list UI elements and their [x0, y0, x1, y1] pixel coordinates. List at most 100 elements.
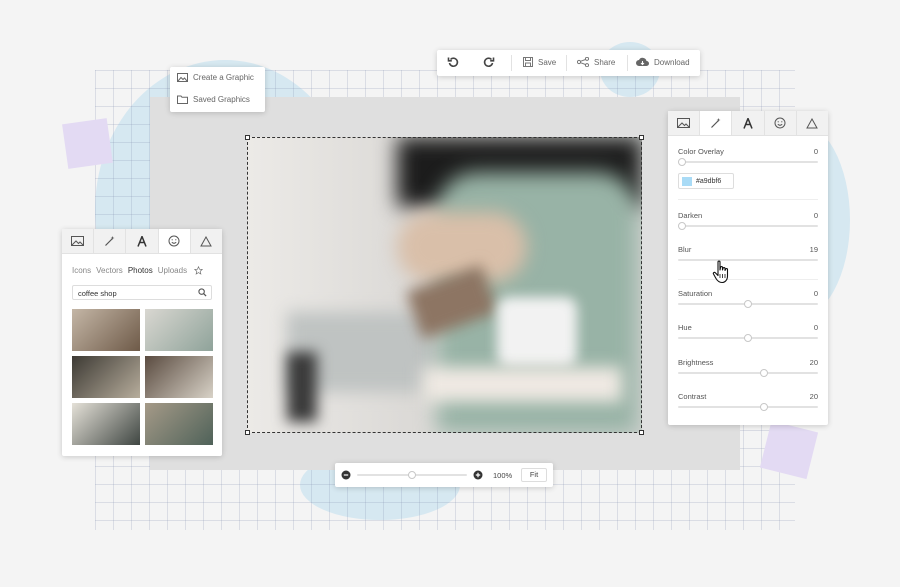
tab-filters[interactable]: [700, 111, 733, 135]
tab-filters[interactable]: [94, 229, 127, 253]
brightness-control: Brightness 20: [678, 358, 818, 377]
resize-handle-tl[interactable]: [245, 135, 250, 140]
darken-slider[interactable]: [678, 222, 818, 230]
photo-thumbnail[interactable]: [72, 356, 140, 398]
section-divider: [678, 279, 818, 280]
tab-uploads[interactable]: Uploads: [158, 266, 187, 275]
star-icon[interactable]: [194, 266, 204, 275]
download-label: Download: [654, 57, 690, 67]
hand-cursor-icon: [712, 260, 729, 284]
undo-button[interactable]: [447, 56, 459, 68]
saved-graphics-label: Saved Graphics: [193, 95, 250, 104]
zoom-slider[interactable]: [357, 471, 467, 479]
tab-images[interactable]: [62, 229, 95, 253]
zoom-bar: 100% Fit: [335, 463, 553, 487]
create-graphic-label: Create a Graphic: [193, 73, 254, 82]
hue-slider[interactable]: [678, 334, 818, 342]
slider-knob[interactable]: [744, 334, 752, 342]
darken-label: Darken: [678, 211, 703, 220]
color-overlay-control: Color Overlay 0 #a9dbf6: [678, 147, 818, 189]
tab-photos[interactable]: Photos: [128, 266, 153, 275]
toolbar-divider: [511, 55, 512, 71]
search-box[interactable]: coffee shop: [72, 285, 212, 300]
redo-icon: [483, 57, 495, 67]
selection-frame: [247, 137, 642, 433]
left-library-panel: Icons Vectors Photos Uploads coffee shop: [62, 229, 223, 456]
darken-value: 0: [813, 211, 818, 220]
save-button[interactable]: Save: [523, 57, 556, 67]
resize-handle-tr[interactable]: [639, 135, 644, 140]
photo-results-grid: [72, 309, 214, 445]
color-hex-value[interactable]: #a9dbf6: [696, 178, 721, 185]
tab-icons-text[interactable]: Icons: [72, 266, 91, 275]
photo-thumbnail[interactable]: [72, 403, 140, 445]
image-icon: [677, 118, 691, 128]
create-graphic-item[interactable]: Create a Graphic: [177, 73, 254, 82]
photo-thumbnail[interactable]: [145, 403, 213, 445]
photo-thumbnail[interactable]: [145, 309, 213, 351]
search-input[interactable]: coffee shop: [78, 289, 117, 298]
tab-shapes[interactable]: [190, 229, 223, 253]
blur-label: Blur: [678, 245, 692, 254]
saved-graphics-item[interactable]: Saved Graphics: [177, 95, 250, 104]
blur-slider[interactable]: [678, 259, 818, 261]
zoom-out-icon[interactable]: [341, 470, 351, 480]
tab-text[interactable]: [732, 111, 765, 135]
triangle-icon: [200, 235, 213, 246]
zoom-in-icon[interactable]: [473, 470, 483, 480]
color-overlay-label: Color Overlay: [678, 147, 724, 156]
contrast-value: 20: [809, 392, 818, 401]
tab-text[interactable]: [126, 229, 159, 253]
contrast-slider[interactable]: [678, 403, 818, 411]
tab-vectors[interactable]: Vectors: [96, 266, 123, 275]
fit-button[interactable]: Fit: [521, 468, 547, 482]
contrast-control: Contrast 20: [678, 392, 818, 411]
redo-button[interactable]: [483, 56, 495, 68]
slider-knob[interactable]: [744, 300, 752, 308]
text-icon: [743, 117, 753, 129]
slider-knob[interactable]: [760, 403, 768, 411]
share-label: Share: [594, 57, 616, 67]
darken-control: Darken 0: [678, 211, 818, 230]
resize-handle-br[interactable]: [639, 430, 644, 435]
slider-knob[interactable]: [678, 222, 686, 230]
magic-wand-icon: [710, 118, 721, 128]
image-icon: [177, 73, 188, 82]
decor-sticker-left: [62, 118, 113, 169]
floppy-icon: [523, 57, 533, 67]
photo-thumbnail[interactable]: [145, 356, 213, 398]
zoom-level: 100%: [493, 471, 513, 480]
zoom-slider-knob[interactable]: [408, 471, 416, 479]
blur-value: 19: [809, 245, 818, 254]
cloud-download-icon: [636, 57, 649, 66]
brightness-slider[interactable]: [678, 369, 818, 377]
text-icon: [137, 235, 147, 247]
triangle-icon: [806, 117, 819, 128]
slider-knob[interactable]: [678, 158, 686, 166]
tab-icons[interactable]: [158, 229, 191, 253]
photo-thumbnail[interactable]: [72, 309, 140, 351]
hue-label: Hue: [678, 323, 692, 332]
folder-icon: [177, 95, 188, 104]
share-button[interactable]: Share: [577, 57, 615, 67]
tab-shapes[interactable]: [796, 111, 829, 135]
save-label: Save: [538, 57, 557, 67]
section-divider: [678, 199, 818, 200]
blur-control: Blur 19: [678, 245, 818, 261]
slider-knob[interactable]: [760, 369, 768, 377]
right-filter-panel: Color Overlay 0 #a9dbf6 Darken 0 Blur 19 Sa…: [668, 111, 829, 425]
brightness-label: Brightness: [678, 358, 714, 367]
download-button[interactable]: Download: [636, 57, 690, 67]
saturation-slider[interactable]: [678, 300, 818, 308]
color-overlay-slider[interactable]: [678, 158, 818, 166]
smiley-icon: [168, 235, 180, 247]
resize-handle-bl[interactable]: [245, 430, 250, 435]
contrast-label: Contrast: [678, 392, 707, 401]
color-picker-field[interactable]: #a9dbf6: [678, 173, 734, 189]
color-swatch: [682, 176, 692, 186]
brightness-value: 20: [809, 358, 818, 367]
tab-images[interactable]: [668, 111, 701, 135]
tab-icons[interactable]: [764, 111, 797, 135]
search-icon[interactable]: [198, 288, 207, 297]
magic-wand-icon: [104, 236, 115, 246]
